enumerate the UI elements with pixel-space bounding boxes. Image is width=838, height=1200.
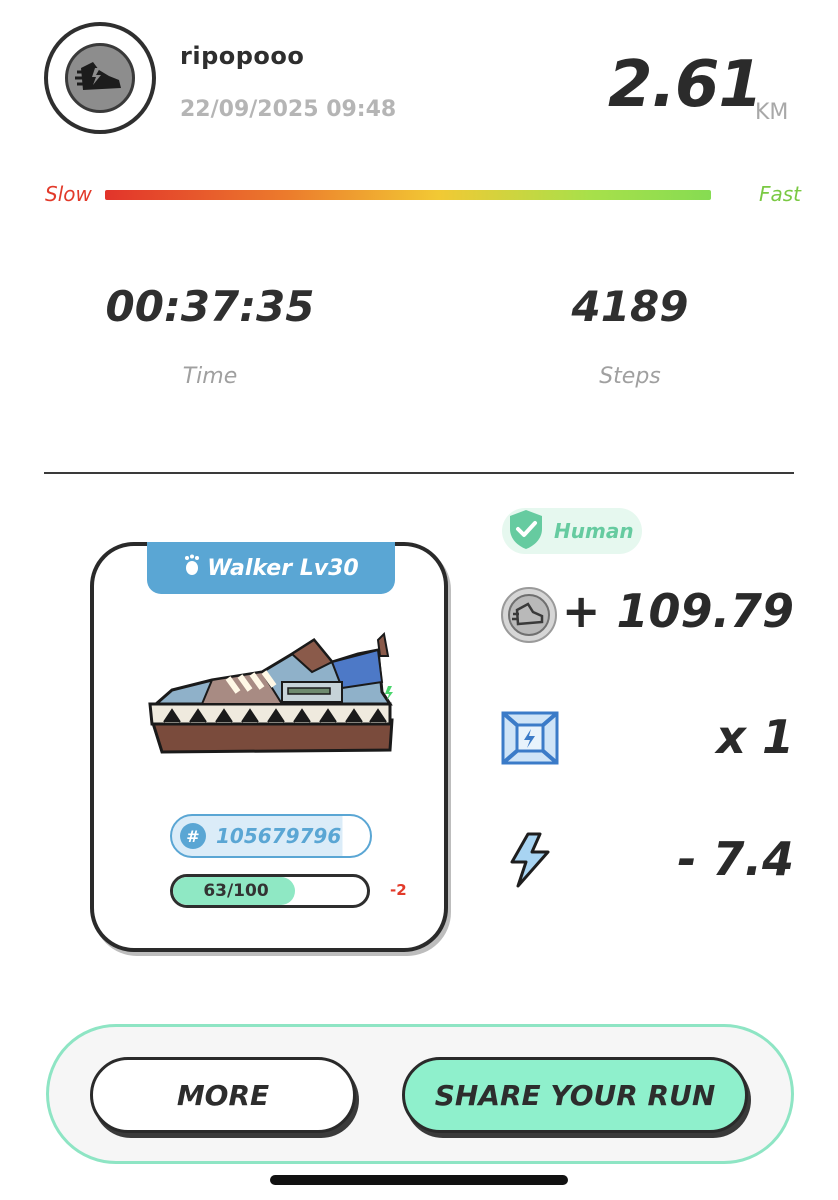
distance-value: 2.61 (608, 48, 763, 122)
energy-bolt-icon (506, 832, 552, 892)
durability-change: -2 (390, 881, 407, 899)
sneaker-card[interactable]: Walker Lv30 # 105679796 63/100 -2 (90, 542, 448, 952)
steps-label: Steps (599, 364, 661, 389)
username: ripopooo (180, 42, 305, 70)
sneaker-type-level: Walker Lv30 (207, 555, 359, 581)
earned-value: + 109.79 (561, 584, 794, 638)
sneaker-id-pill: # 105679796 (170, 814, 372, 858)
sneaker-type-tag: Walker Lv30 (147, 542, 395, 594)
shield-check-icon (504, 507, 548, 555)
gst-token-icon (500, 586, 558, 648)
human-verification-badge: Human (502, 508, 642, 554)
run-datetime: 22/09/2025 09:48 (180, 97, 397, 122)
durability-bar: 63/100 (170, 874, 370, 908)
sneaker-logo-icon (65, 43, 135, 113)
multiplier-gem-icon (500, 710, 560, 770)
time-label: Time (182, 364, 238, 389)
durability-text: 63/100 (203, 881, 269, 901)
footprint-icon (183, 554, 201, 582)
verification-label: Human (554, 519, 634, 543)
section-divider (44, 472, 794, 474)
speed-gradient-bar (105, 190, 711, 200)
avatar[interactable] (44, 22, 156, 134)
distance-unit: KM (755, 100, 789, 125)
share-run-button[interactable]: SHARE YOUR RUN (402, 1057, 748, 1133)
energy-value: - 7.4 (677, 832, 794, 886)
home-indicator[interactable] (270, 1175, 568, 1185)
steps-value: 4189 (571, 282, 689, 331)
time-value: 00:37:35 (105, 282, 315, 331)
run-summary-screen: ripopooo 22/09/2025 09:48 2.61 KM Slow F… (0, 0, 838, 1200)
sneaker-id: 105679796 (216, 824, 342, 848)
hash-icon: # (180, 823, 206, 849)
speed-slow-label: Slow (45, 182, 92, 206)
more-button[interactable]: MORE (90, 1057, 356, 1133)
speed-fast-label: Fast (759, 182, 802, 206)
sneaker-image (148, 632, 394, 754)
multiplier-value: x 1 (716, 710, 794, 764)
